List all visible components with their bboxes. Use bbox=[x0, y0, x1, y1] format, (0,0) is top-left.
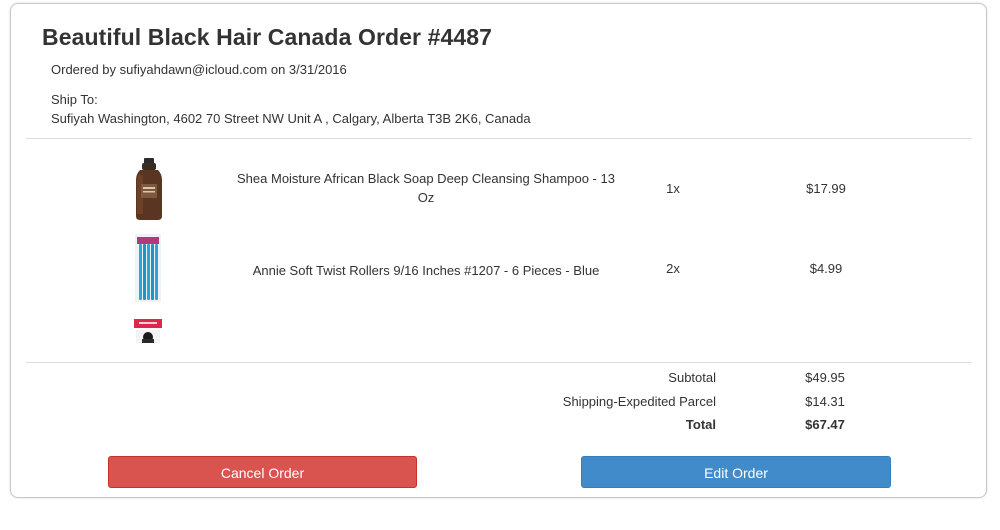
total-label: Total bbox=[685, 417, 716, 432]
summary-divider bbox=[26, 362, 972, 363]
ship-address: Sufiyah Washington, 4602 70 Street NW Un… bbox=[51, 111, 531, 126]
item-quantity: 2x bbox=[666, 261, 680, 276]
page-title: Beautiful Black Hair Canada Order #4487 bbox=[42, 24, 493, 50]
twist-rollers-icon bbox=[135, 234, 161, 307]
subtotal-value: $49.95 bbox=[805, 370, 845, 385]
item-price: $4.99 bbox=[809, 261, 843, 276]
header-divider bbox=[26, 138, 972, 139]
product-package-icon bbox=[133, 317, 163, 348]
shipping-label: Shipping-Expedited Parcel bbox=[562, 394, 716, 409]
item-price: $17.99 bbox=[806, 181, 846, 196]
total-value: $67.47 bbox=[805, 417, 845, 432]
list-item: Shea Moisture African Black Soap Deep Cl… bbox=[26, 155, 972, 225]
cancel-order-button[interactable]: Cancel Order bbox=[108, 456, 417, 488]
item-quantity: 1x bbox=[666, 181, 680, 196]
item-name: Shea Moisture African Black Soap Deep Cl… bbox=[237, 171, 615, 205]
item-name: Annie Soft Twist Rollers 9/16 Inches #12… bbox=[252, 263, 600, 278]
subtotal-label: Subtotal bbox=[668, 370, 716, 385]
shampoo-bottle-icon bbox=[134, 158, 164, 225]
edit-order-button[interactable]: Edit Order bbox=[581, 456, 891, 488]
list-item: Annie Soft Twist Rollers 9/16 Inches #12… bbox=[26, 233, 972, 305]
ship-to-label: Ship To: bbox=[51, 92, 98, 107]
ordered-by-text: Ordered by sufiyahdawn@icloud.com on 3/3… bbox=[51, 62, 347, 77]
list-item bbox=[26, 314, 972, 346]
shipping-value: $14.31 bbox=[805, 394, 845, 409]
